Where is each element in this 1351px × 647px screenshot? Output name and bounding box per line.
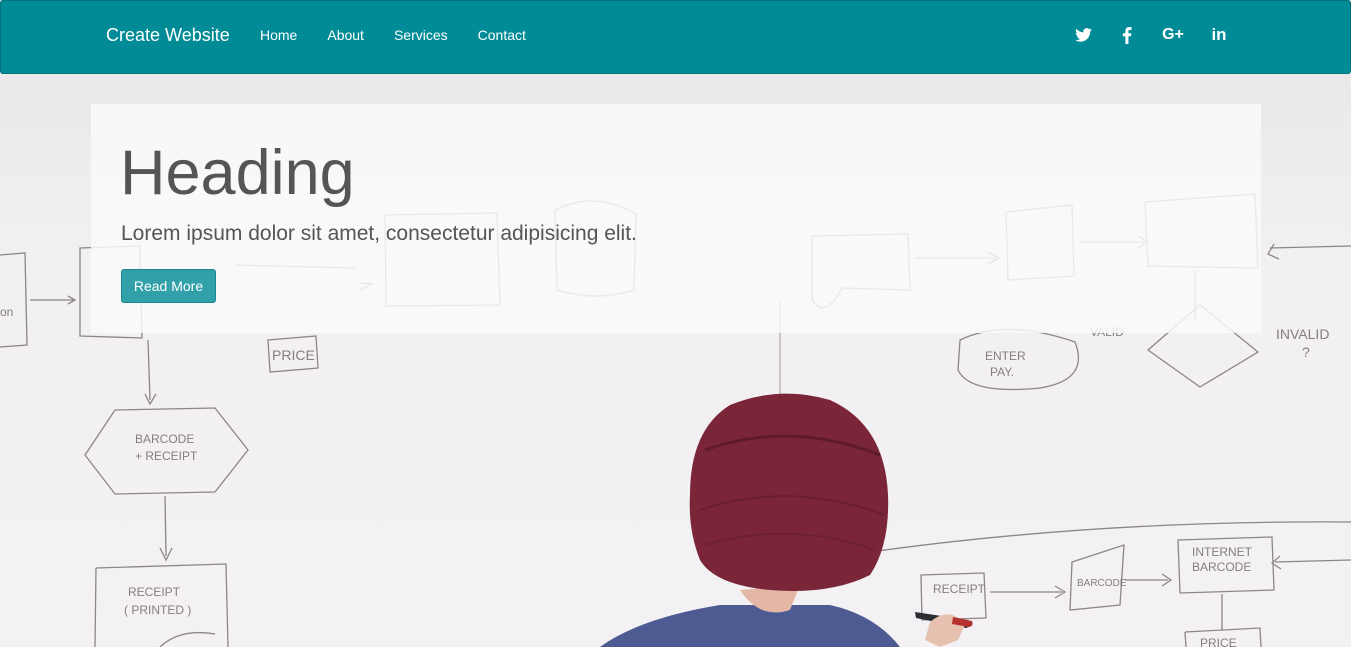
nav-link-contact[interactable]: Contact xyxy=(478,27,526,44)
nav-links: Home About Services Contact xyxy=(260,27,556,44)
nav-link-home[interactable]: Home xyxy=(260,27,297,44)
twitter-icon[interactable] xyxy=(1071,23,1095,47)
svg-text:INTERNET: INTERNET xyxy=(1192,545,1253,559)
nav-link-about[interactable]: About xyxy=(327,27,364,44)
svg-text:PAY.: PAY. xyxy=(990,365,1014,379)
svg-text:+ RECEIPT: + RECEIPT xyxy=(135,449,198,463)
facebook-icon[interactable] xyxy=(1115,23,1139,47)
svg-text:ENTER: ENTER xyxy=(985,349,1026,363)
svg-text:INVALID: INVALID xyxy=(1276,326,1329,342)
svg-text:( PRINTED ): ( PRINTED ) xyxy=(124,603,191,617)
svg-text:PRICE: PRICE xyxy=(1200,636,1237,647)
hero-panel: Heading Lorem ipsum dolor sit amet, cons… xyxy=(91,104,1261,333)
social-links: G+ in xyxy=(1051,23,1231,47)
svg-text:on: on xyxy=(0,305,13,319)
svg-text:RECEIPT: RECEIPT xyxy=(933,582,986,596)
hero-heading: Heading xyxy=(120,138,355,208)
top-navbar: Create Website Home About Services Conta… xyxy=(0,0,1351,74)
linkedin-icon[interactable]: in xyxy=(1207,23,1231,47)
nav-link-services[interactable]: Services xyxy=(394,27,448,44)
hero-lead-text: Lorem ipsum dolor sit amet, consectetur … xyxy=(121,222,637,245)
svg-text:BARCODE: BARCODE xyxy=(135,432,194,446)
brand-link[interactable]: Create Website xyxy=(106,24,230,46)
person-figure xyxy=(600,393,973,647)
svg-text:?: ? xyxy=(1302,344,1310,360)
svg-text:BARCODE: BARCODE xyxy=(1192,560,1251,574)
svg-text:PRICE: PRICE xyxy=(272,347,315,363)
read-more-button[interactable]: Read More xyxy=(121,269,216,303)
svg-text:BARCODE: BARCODE xyxy=(1077,578,1127,589)
google-plus-icon[interactable]: G+ xyxy=(1159,23,1187,47)
svg-text:RECEIPT: RECEIPT xyxy=(128,585,181,599)
